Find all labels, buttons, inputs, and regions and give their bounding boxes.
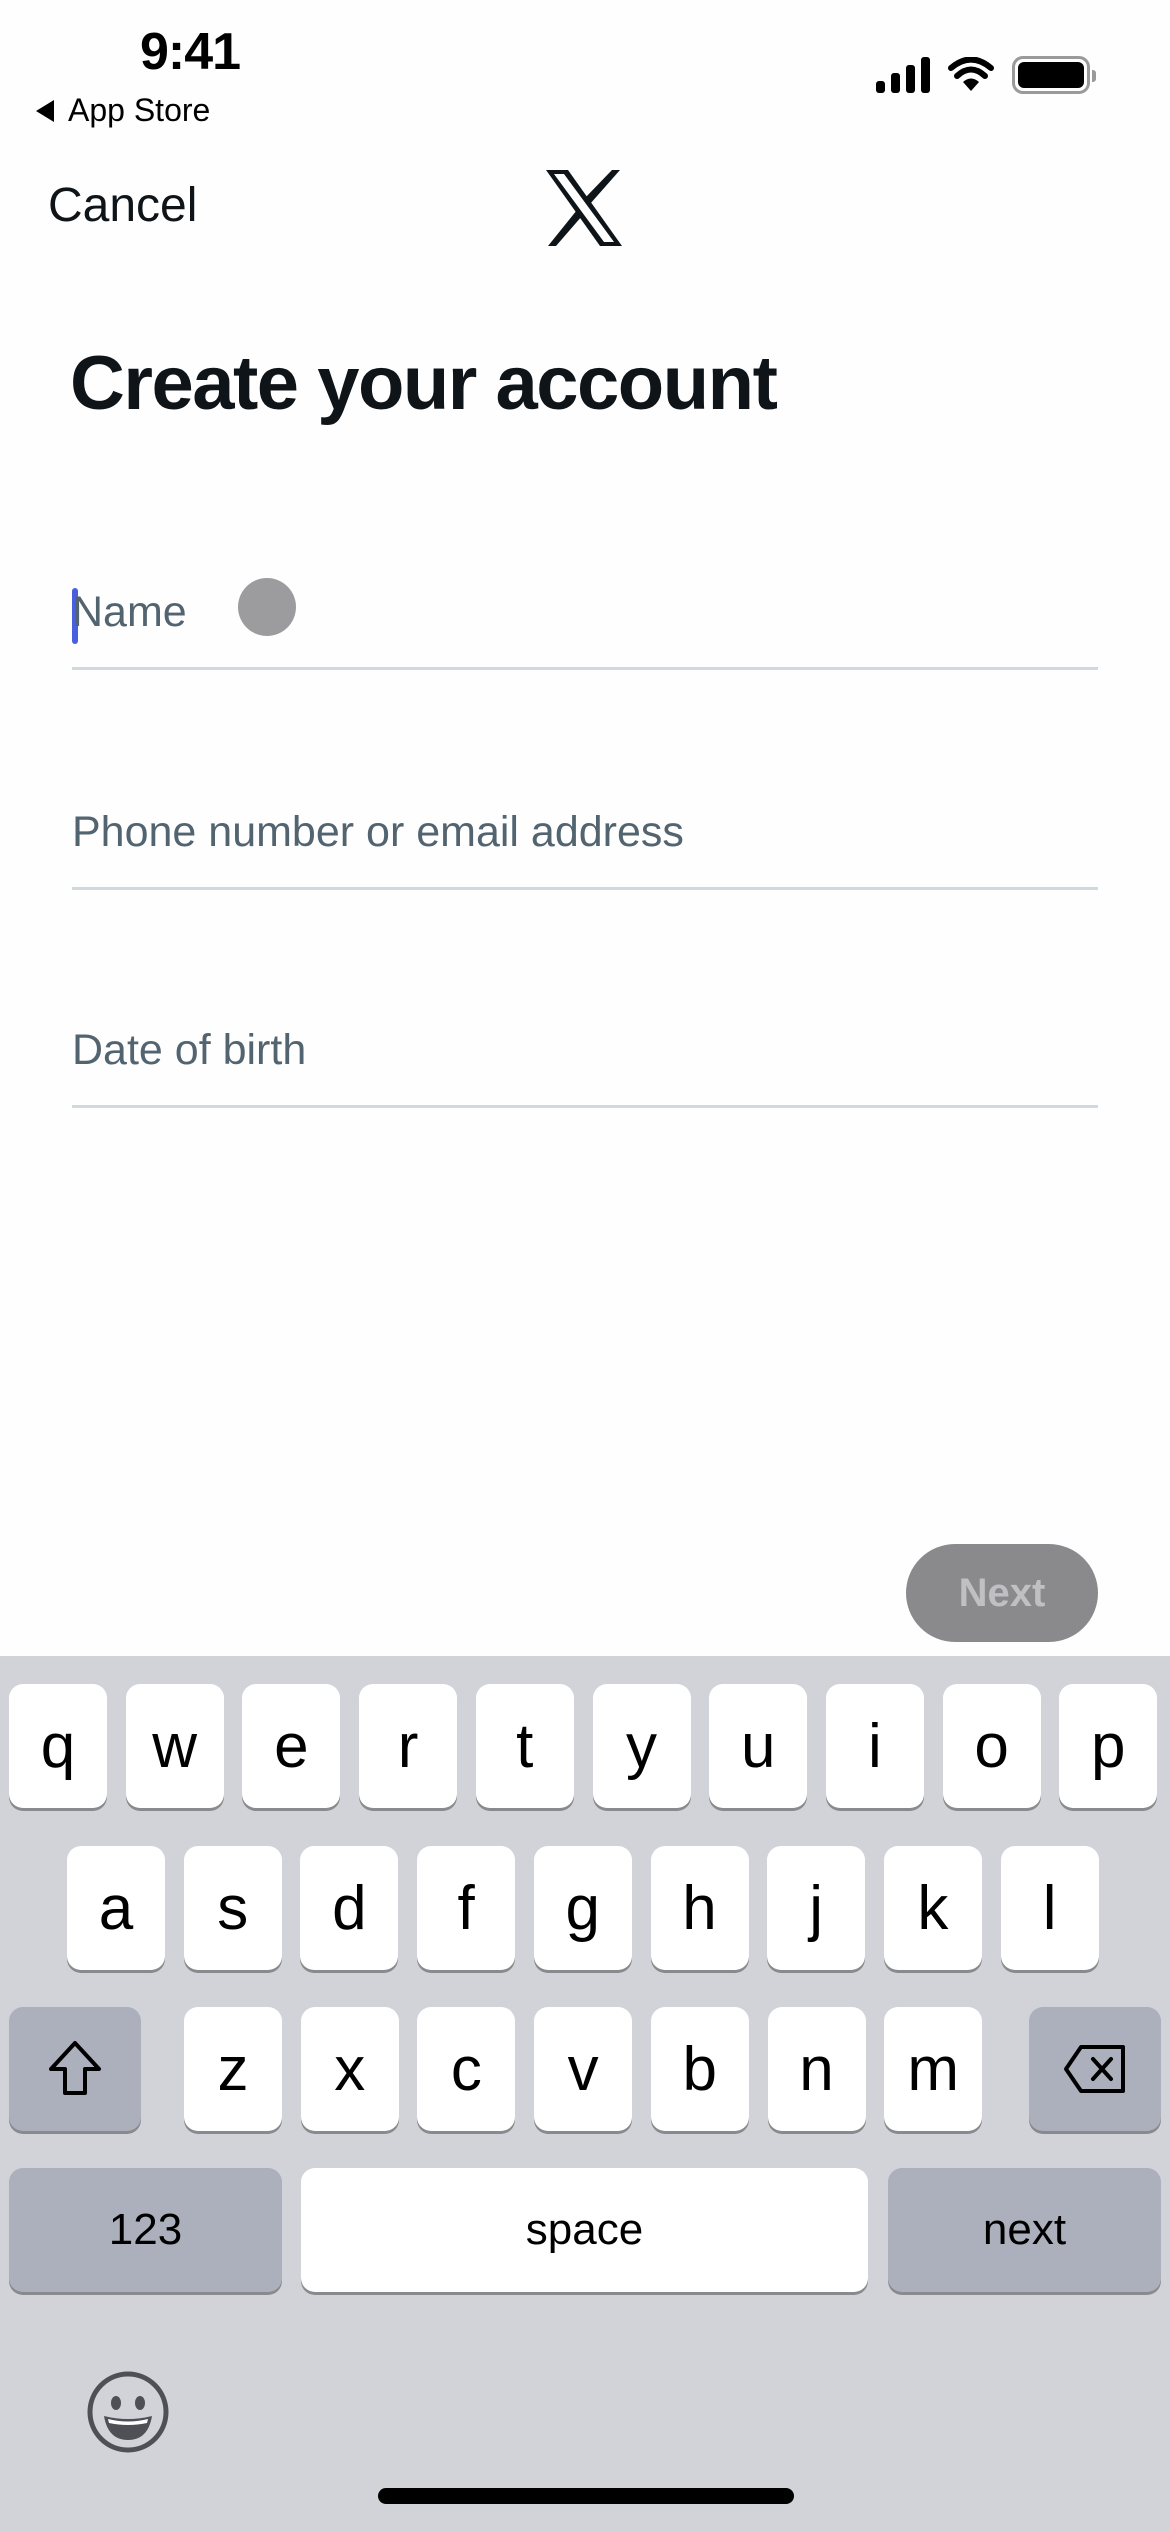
key-b[interactable]: b bbox=[650, 2007, 749, 2131]
shift-icon bbox=[49, 2041, 101, 2095]
key-q[interactable]: q bbox=[9, 1684, 107, 1808]
status-time: 9:41 bbox=[140, 23, 241, 81]
key-g[interactable]: g bbox=[533, 1846, 632, 1970]
key-h[interactable]: h bbox=[650, 1846, 749, 1970]
key-t[interactable]: t bbox=[475, 1684, 574, 1808]
shift-key[interactable] bbox=[9, 2007, 141, 2131]
name-field-container bbox=[72, 550, 1098, 670]
key-y[interactable]: y bbox=[592, 1684, 691, 1808]
key-u[interactable]: u bbox=[709, 1684, 808, 1808]
wifi-icon bbox=[948, 57, 994, 91]
key-k[interactable]: k bbox=[883, 1846, 982, 1970]
back-app-label: App Store bbox=[68, 92, 211, 128]
page-title: Create your account bbox=[70, 341, 778, 426]
home-indicator[interactable] bbox=[378, 2488, 794, 2504]
key-s[interactable]: s bbox=[183, 1846, 282, 1970]
next-button[interactable]: Next bbox=[906, 1544, 1098, 1642]
phone-or-email-input[interactable] bbox=[72, 808, 1098, 857]
key-c[interactable]: c bbox=[417, 2007, 516, 2131]
key-m[interactable]: m bbox=[884, 2007, 983, 2131]
dob-field-container bbox=[72, 988, 1098, 1108]
backspace-icon bbox=[1064, 2045, 1125, 2093]
key-o[interactable]: o bbox=[942, 1684, 1041, 1808]
key-p[interactable]: p bbox=[1059, 1684, 1158, 1808]
cancel-button[interactable]: Cancel bbox=[48, 178, 197, 233]
delete-key[interactable] bbox=[1029, 2007, 1161, 2131]
key-n[interactable]: n bbox=[767, 2007, 866, 2131]
name-input[interactable] bbox=[72, 588, 1098, 637]
date-of-birth-input[interactable] bbox=[72, 1026, 1098, 1075]
contact-field-container bbox=[72, 770, 1098, 890]
key-v[interactable]: v bbox=[534, 2007, 633, 2131]
key-a[interactable]: a bbox=[67, 1846, 165, 1970]
x-logo-icon bbox=[546, 170, 622, 246]
numbers-key[interactable]: 123 bbox=[9, 2168, 282, 2292]
key-x[interactable]: x bbox=[300, 2007, 399, 2131]
key-f[interactable]: f bbox=[417, 1846, 516, 1970]
key-l[interactable]: l bbox=[1000, 1846, 1099, 1970]
key-e[interactable]: e bbox=[242, 1684, 341, 1808]
key-j[interactable]: j bbox=[767, 1846, 866, 1970]
key-z[interactable]: z bbox=[184, 2007, 282, 2131]
return-next-key[interactable]: next bbox=[888, 2168, 1161, 2292]
space-key[interactable]: space bbox=[301, 2168, 868, 2292]
key-d[interactable]: d bbox=[300, 1846, 399, 1970]
key-i[interactable]: i bbox=[825, 1684, 924, 1808]
key-r[interactable]: r bbox=[359, 1684, 458, 1808]
signal-icon bbox=[876, 57, 930, 93]
battery-icon bbox=[1012, 56, 1096, 94]
key-w[interactable]: w bbox=[125, 1684, 224, 1808]
emoji-icon[interactable] bbox=[86, 2370, 170, 2454]
back-to-app-store[interactable]: App Store bbox=[36, 92, 210, 129]
back-triangle-icon bbox=[36, 99, 54, 122]
touch-indicator bbox=[238, 578, 296, 636]
status-icons bbox=[876, 56, 1096, 94]
